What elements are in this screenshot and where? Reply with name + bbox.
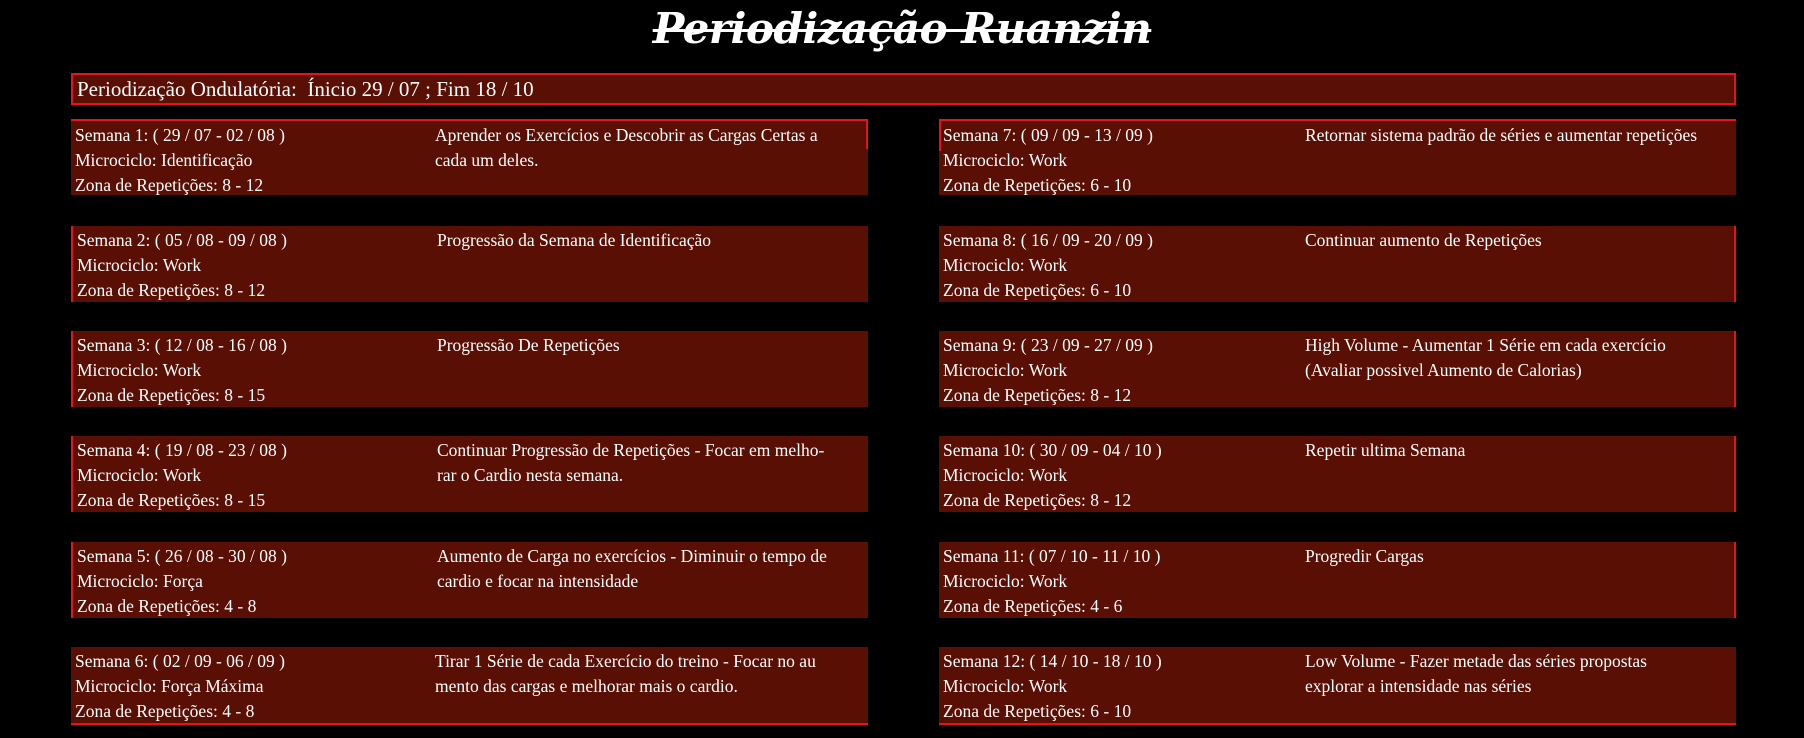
week-note: Continuar Progressão de Repetições - Foc… <box>437 440 825 485</box>
week-note: Repetir ultima Semana <box>1305 440 1466 460</box>
page-title: Periodização Ruanzin <box>652 4 1152 53</box>
week-title: Semana 12: ( 14 / 10 - 18 / 10 ) <box>943 651 1162 671</box>
week-title: Semana 10: ( 30 / 09 - 04 / 10 ) <box>943 440 1162 460</box>
week-note: Low Volume - Fazer metade das séries pro… <box>1305 651 1647 696</box>
week-rep-zone: Zona de Repetições: 4 - 8 <box>77 596 257 616</box>
week-card-2: Semana 2: ( 05 / 08 - 09 / 08 ) Microcic… <box>71 226 868 302</box>
week-rep-zone: Zona de Repetições: 8 - 15 <box>77 385 266 405</box>
week-rep-zone: Zona de Repetições: 4 - 6 <box>943 596 1123 616</box>
week-microcycle: Microciclo: Identificação <box>75 150 253 170</box>
week-card-1: Semana 1: ( 29 / 07 - 02 / 08 ) Microcic… <box>71 119 868 195</box>
week-card-3: Semana 3: ( 12 / 08 - 16 / 08 ) Microcic… <box>71 331 868 407</box>
week-rep-zone: Zona de Repetições: 8 - 15 <box>77 490 266 510</box>
week-card-5: Semana 5: ( 26 / 08 - 30 / 08 ) Microcic… <box>71 542 868 618</box>
week-note: Aumento de Carga no exercícios - Diminui… <box>437 546 827 591</box>
week-rep-zone: Zona de Repetições: 8 - 12 <box>75 175 264 195</box>
week-title: Semana 7: ( 09 / 09 - 13 / 09 ) <box>943 125 1153 145</box>
week-microcycle: Microciclo: Work <box>943 676 1068 696</box>
week-rep-zone: Zona de Repetições: 8 - 12 <box>943 385 1132 405</box>
week-microcycle: Microciclo: Work <box>943 465 1068 485</box>
week-title: Semana 2: ( 05 / 08 - 09 / 08 ) <box>77 230 287 250</box>
week-microcycle: Microciclo: Work <box>77 360 202 380</box>
week-microcycle: Microciclo: Força <box>77 571 203 591</box>
week-microcycle: Microciclo: Work <box>943 255 1068 275</box>
week-title: Semana 3: ( 12 / 08 - 16 / 08 ) <box>77 335 287 355</box>
week-note: Progressão da Semana de Identificação <box>437 230 712 250</box>
week-rep-zone: Zona de Repetições: 8 - 12 <box>943 490 1132 510</box>
week-note: Continuar aumento de Repetições <box>1305 230 1542 250</box>
week-rep-zone: Zona de Repetições: 6 - 10 <box>943 280 1132 300</box>
week-title: Semana 1: ( 29 / 07 - 02 / 08 ) <box>75 125 285 145</box>
week-card-4: Semana 4: ( 19 / 08 - 23 / 08 ) Microcic… <box>71 436 868 512</box>
week-microcycle: Microciclo: Work <box>943 150 1068 170</box>
week-note: Progredir Cargas <box>1305 546 1424 566</box>
week-note: Aprender os Exercícios e Descobrir as Ca… <box>435 125 818 170</box>
week-card-6: Semana 6: ( 02 / 09 - 06 / 09 ) Microcic… <box>71 647 868 725</box>
week-microcycle: Microciclo: Work <box>943 571 1068 591</box>
week-microcycle: Microciclo: Work <box>943 360 1068 380</box>
week-microcycle: Microciclo: Força Máxima <box>75 676 264 696</box>
week-title: Semana 6: ( 02 / 09 - 06 / 09 ) <box>75 651 285 671</box>
week-rep-zone: Zona de Repetições: 6 - 10 <box>943 701 1132 721</box>
week-rep-zone: Zona de Repetições: 4 - 8 <box>75 701 255 721</box>
week-card-11: Semana 11: ( 07 / 10 - 11 / 10 ) Microci… <box>939 542 1736 618</box>
week-rep-zone: Zona de Repetições: 6 - 10 <box>943 175 1132 195</box>
week-card-7: Semana 7: ( 09 / 09 - 13 / 09 ) Microcic… <box>939 119 1736 195</box>
week-note: High Volume - Aumentar 1 Série em cada e… <box>1305 335 1666 380</box>
week-note: Progressão De Repetições <box>437 335 620 355</box>
week-card-9: Semana 9: ( 23 / 09 - 27 / 09 ) Microcic… <box>939 331 1736 407</box>
week-note: Retornar sistema padrão de séries e aume… <box>1305 125 1698 145</box>
week-microcycle: Microciclo: Work <box>77 255 202 275</box>
week-note: Tirar 1 Série de cada Exercício do trein… <box>435 651 816 696</box>
week-title: Semana 5: ( 26 / 08 - 30 / 08 ) <box>77 546 287 566</box>
week-rep-zone: Zona de Repetições: 8 - 12 <box>77 280 266 300</box>
week-card-12: Semana 12: ( 14 / 10 - 18 / 10 ) Microci… <box>939 647 1736 725</box>
week-microcycle: Microciclo: Work <box>77 465 202 485</box>
week-card-10: Semana 10: ( 30 / 09 - 04 / 10 ) Microci… <box>939 436 1736 512</box>
week-card-8: Semana 8: ( 16 / 09 - 20 / 09 ) Microcic… <box>939 226 1736 302</box>
week-title: Semana 9: ( 23 / 09 - 27 / 09 ) <box>943 335 1153 355</box>
week-title: Semana 8: ( 16 / 09 - 20 / 09 ) <box>943 230 1153 250</box>
periodization-banner: Periodização Ondulatória: Ínicio 29 / 07… <box>71 73 1736 105</box>
week-title: Semana 4: ( 19 / 08 - 23 / 08 ) <box>77 440 287 460</box>
week-title: Semana 11: ( 07 / 10 - 11 / 10 ) <box>943 546 1161 566</box>
